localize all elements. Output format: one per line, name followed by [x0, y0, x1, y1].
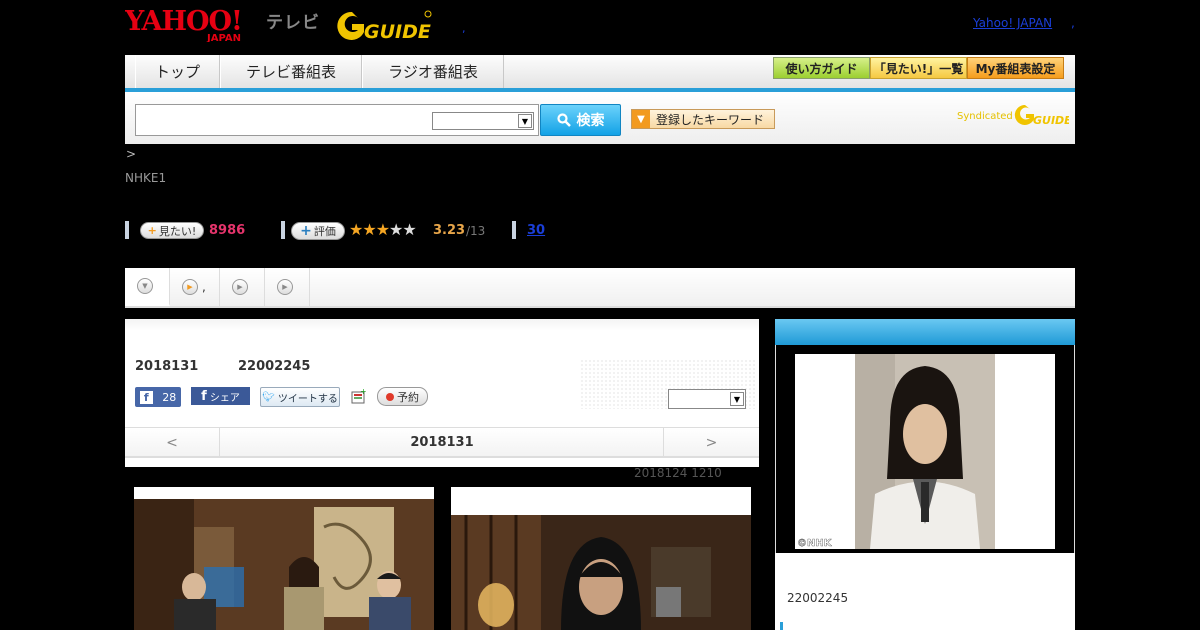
nav-tab-tv-schedule[interactable]: テレビ番組表	[220, 55, 362, 88]
tv-label: テレビ	[266, 13, 320, 33]
prev-date-button[interactable]: <	[125, 428, 220, 457]
updated-timestamp: 2018124 1210	[634, 466, 722, 480]
reviews-link[interactable]: 30	[527, 223, 545, 238]
star-rating: ★★★★★	[349, 220, 417, 239]
rating-value: 3.23	[433, 223, 466, 238]
syndicated-gguide-logo: GUIDE	[1013, 102, 1072, 131]
registered-keywords-label: 登録したキーワード	[656, 112, 765, 127]
program-panel: 2018131 22002245 f 28 f シェア 🐦︎ ツイートする + …	[125, 319, 759, 467]
date-navigation: < 2018131 >	[125, 427, 759, 458]
mitai-button-label: 見たい!	[158, 224, 197, 238]
search-button-label: 検索	[576, 113, 605, 129]
reserve-label: 予約	[397, 390, 419, 404]
share-label: シェア	[209, 392, 240, 404]
nav-tab-radio-schedule[interactable]: ラジオ番組表	[362, 55, 504, 88]
search-icon	[556, 113, 571, 127]
chevron-down-icon: ▼	[518, 114, 532, 128]
tab-program-info[interactable]: ▼	[125, 268, 170, 306]
triangle-down-icon: ▼	[632, 110, 650, 128]
facebook-icon: f	[201, 388, 207, 404]
divider-bar	[281, 221, 285, 239]
panel-top-bar	[125, 319, 759, 331]
mitai-list-button[interactable]: 「見たい!」一覧	[870, 57, 967, 79]
plus-icon: +	[300, 223, 312, 239]
divider-bar	[512, 221, 516, 239]
rate-button[interactable]: + 評価	[291, 222, 345, 240]
program-thumbnail-1[interactable]	[134, 487, 434, 630]
nav-tab-top[interactable]: トップ	[135, 55, 220, 88]
channel-name: NHKE1	[125, 171, 167, 185]
rate-button-label: 評価	[313, 225, 336, 238]
breadcrumb[interactable]: >	[126, 147, 136, 161]
header-separator: ,	[462, 22, 466, 35]
plus-icon: +	[147, 224, 157, 237]
syndicated-logo-text: GUIDE	[1033, 114, 1069, 127]
calendar-select[interactable]: ▼	[668, 389, 746, 409]
broadcast-time: 22002245	[238, 359, 311, 374]
yahoo-logo-sub: JAPAN	[206, 33, 241, 42]
svg-text:+: +	[360, 388, 367, 396]
broadcast-date: 2018131	[135, 359, 199, 374]
registered-keywords-button[interactable]: ▼ 登録したキーワード	[631, 109, 775, 129]
tab-3[interactable]: ▶	[220, 268, 265, 306]
image-credit: ©NHK	[797, 538, 833, 549]
yahoo-japan-link[interactable]: Yahoo! JAPAN	[973, 16, 1052, 30]
facebook-icon: f	[139, 390, 153, 404]
star-icon: ★	[389, 220, 403, 239]
star-icon: ★	[402, 220, 416, 239]
my-schedule-settings-button[interactable]: My番組表設定	[967, 57, 1064, 79]
play-icon: ▶	[277, 279, 293, 295]
star-icon: ★	[349, 220, 363, 239]
yahoo-japan-logo[interactable]: YAHOO! JAPAN	[124, 6, 260, 44]
program-main-image: ©NHK	[795, 354, 1055, 549]
tweet-button[interactable]: 🐦︎ ツイートする	[260, 387, 340, 407]
rating-count: /13	[466, 224, 486, 238]
search-button[interactable]: 検索	[540, 104, 621, 136]
divider-bar	[125, 221, 129, 239]
tab-2-label: ,	[202, 280, 206, 294]
facebook-share-button[interactable]: f シェア	[191, 387, 250, 405]
search-category-select[interactable]: ▼	[432, 112, 534, 130]
next-date-button[interactable]: >	[663, 428, 759, 457]
divider-bar	[780, 622, 783, 630]
chevron-down-icon: ▼	[137, 278, 153, 294]
program-thumbnail-2[interactable]	[451, 487, 751, 630]
tab-4[interactable]: ▶	[265, 268, 310, 306]
chevron-down-icon: ▼	[730, 392, 744, 406]
star-icon: ★	[375, 220, 390, 239]
right-panel-time: 22002245	[787, 591, 849, 605]
current-date: 2018131	[410, 435, 474, 450]
right-panel-info: 22002245	[775, 553, 1075, 630]
main-nav: トップ テレビ番組表 ラジオ番組表 使い方ガイド 「見たい!」一覧 My番組表設…	[125, 55, 1075, 92]
tab-2[interactable]: ▶ ,	[170, 268, 220, 306]
search-area: ▼ 検索 ▼ 登録したキーワード Syndicated GUIDE	[125, 92, 1075, 144]
reserve-button[interactable]: 予約	[377, 387, 428, 406]
play-icon: ▶	[182, 279, 198, 295]
star-icon: ★	[362, 220, 376, 239]
twitter-bird-icon: 🐦︎	[262, 391, 275, 403]
like-count: 28	[162, 390, 177, 404]
mitai-button[interactable]: + 見たい!	[140, 222, 204, 239]
bookmark-add-icon[interactable]: +	[351, 387, 367, 404]
guide-button[interactable]: 使い方ガイド	[773, 57, 870, 79]
tweet-label: ツイートする	[277, 393, 338, 405]
mitai-count: 8986	[209, 223, 246, 238]
syndicated-label: Syndicated	[957, 111, 1013, 122]
right-panel-header	[775, 319, 1075, 345]
gguide-logo-text: GUIDE	[364, 21, 431, 42]
record-icon	[386, 392, 394, 401]
play-icon: ▶	[232, 279, 248, 295]
program-tabs: ▼ ▶ , ▶ ▶	[125, 268, 1075, 308]
facebook-like-button[interactable]: f 28	[135, 387, 181, 407]
gguide-logo[interactable]: GUIDE	[334, 8, 434, 45]
header-comma: ,	[1071, 16, 1075, 30]
